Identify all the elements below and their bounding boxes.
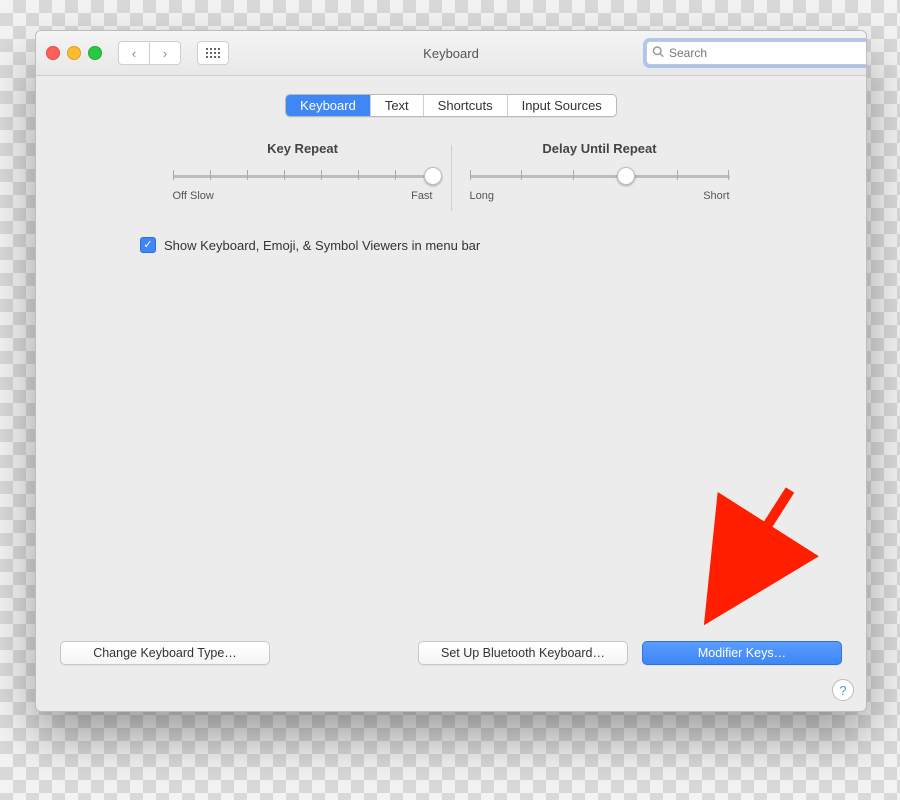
- tab-keyboard[interactable]: Keyboard: [286, 95, 371, 116]
- setup-bluetooth-button[interactable]: Set Up Bluetooth Keyboard…: [418, 641, 628, 665]
- key-repeat-block: Key Repeat Off Slow Fast: [155, 141, 451, 211]
- checkbox-checked-icon[interactable]: ✓: [140, 237, 156, 253]
- forward-button[interactable]: ›: [150, 41, 181, 65]
- tab-text[interactable]: Text: [371, 95, 424, 116]
- key-repeat-right-label: Fast: [411, 190, 432, 202]
- delay-repeat-block: Delay Until Repeat Long Short: [452, 141, 748, 211]
- slider-row: Key Repeat Off Slow Fast Delay Until Rep…: [60, 141, 842, 211]
- titlebar: ‹ › Keyboard: [36, 31, 866, 76]
- delay-repeat-right-label: Short: [703, 190, 729, 202]
- show-viewers-checkbox-row[interactable]: ✓ Show Keyboard, Emoji, & Symbol Viewers…: [140, 237, 842, 253]
- tab-shortcuts[interactable]: Shortcuts: [424, 95, 508, 116]
- show-viewers-label: Show Keyboard, Emoji, & Symbol Viewers i…: [164, 238, 480, 253]
- preferences-window: ‹ › Keyboard KeyboardTextShortcutsInput …: [35, 30, 867, 712]
- show-all-button[interactable]: [197, 41, 229, 65]
- change-keyboard-type-button[interactable]: Change Keyboard Type…: [60, 641, 270, 665]
- grid-icon: [206, 48, 220, 58]
- close-icon[interactable]: [46, 46, 60, 60]
- modifier-keys-button[interactable]: Modifier Keys…: [642, 641, 842, 665]
- footer-buttons: Change Keyboard Type… Set Up Bluetooth K…: [60, 641, 842, 665]
- window-controls: [46, 46, 102, 60]
- search-field-wrap: [646, 41, 856, 65]
- search-input[interactable]: [646, 41, 867, 65]
- pane-body: KeyboardTextShortcutsInput Sources Key R…: [36, 76, 866, 711]
- slider-thumb-icon[interactable]: [617, 167, 635, 185]
- key-repeat-slider[interactable]: [173, 166, 433, 186]
- back-button[interactable]: ‹: [118, 41, 150, 65]
- delay-repeat-title: Delay Until Repeat: [470, 141, 730, 156]
- tab-bar: KeyboardTextShortcutsInput Sources: [60, 94, 842, 117]
- key-repeat-left-label: Off Slow: [173, 190, 214, 202]
- minimize-icon[interactable]: [67, 46, 81, 60]
- slider-thumb-icon[interactable]: [424, 167, 442, 185]
- delay-repeat-slider[interactable]: [470, 166, 730, 186]
- delay-repeat-left-label: Long: [470, 190, 494, 202]
- help-button[interactable]: ?: [832, 679, 854, 701]
- tab-input-sources[interactable]: Input Sources: [508, 95, 616, 116]
- zoom-icon[interactable]: [88, 46, 102, 60]
- key-repeat-title: Key Repeat: [173, 141, 433, 156]
- nav-back-forward: ‹ ›: [118, 41, 181, 65]
